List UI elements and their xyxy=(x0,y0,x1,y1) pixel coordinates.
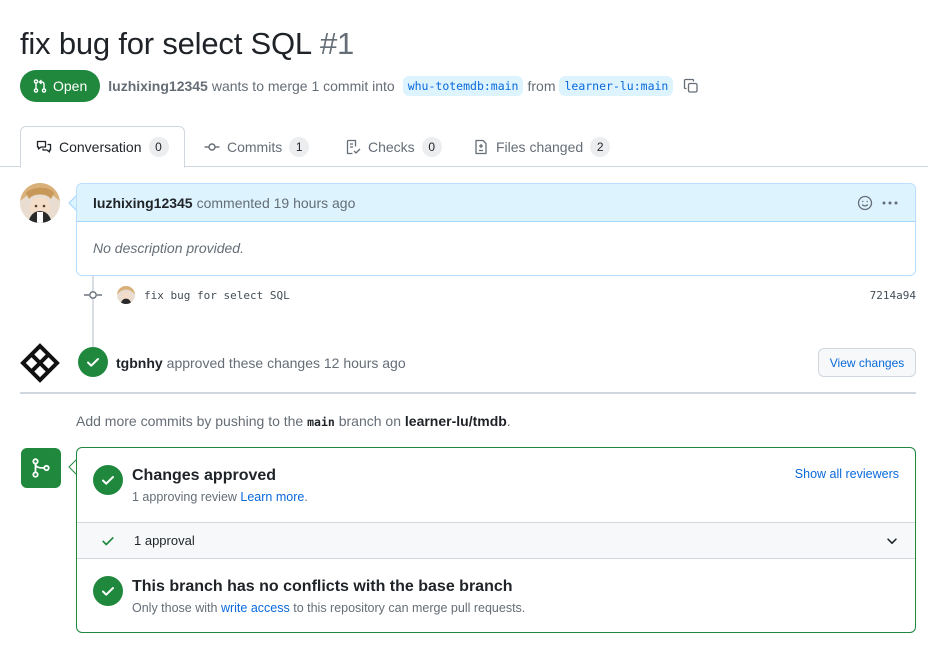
pr-from-text: from xyxy=(527,78,556,94)
pr-meta: luzhixing12345 wants to merge 1 commit i… xyxy=(108,76,699,96)
no-conflicts-subtitle: Only those with write access to this rep… xyxy=(132,601,525,615)
pr-number: #1 xyxy=(319,26,355,61)
tab-checks[interactable]: Checks 0 xyxy=(330,126,457,167)
tab-commits[interactable]: Commits 1 xyxy=(189,126,324,167)
commit-message[interactable]: fix bug for select SQL xyxy=(144,289,290,302)
tab-conversation-label: Conversation xyxy=(59,139,142,155)
copy-icon[interactable] xyxy=(683,78,699,94)
check-icon xyxy=(102,476,114,485)
tab-checks-count: 0 xyxy=(421,136,442,157)
merge-conflicts-section: This branch has no conflicts with the ba… xyxy=(77,559,915,632)
comment-actions xyxy=(857,195,899,211)
comment-box: luzhixing12345 commented 19 hours ago No… xyxy=(76,183,916,276)
push-hint-suffix: . xyxy=(506,413,511,429)
file-diff-icon xyxy=(475,139,487,154)
push-hint-middle: branch on xyxy=(338,413,401,429)
anime-avatar-icon xyxy=(20,183,60,223)
push-hint: Add more commits by pushing to the main … xyxy=(76,413,511,429)
pr-author-link[interactable]: luzhixing12345 xyxy=(108,78,208,94)
reviewer-name[interactable]: tgbnhy xyxy=(116,355,163,371)
commit-author-avatar[interactable] xyxy=(117,286,135,304)
approved-check-badge xyxy=(78,347,108,377)
show-all-reviewers-link[interactable]: Show all reviewers xyxy=(795,467,899,481)
push-hint-prefix: Add more commits by pushing to the xyxy=(76,413,304,429)
git-commit-icon xyxy=(84,291,102,299)
approval-count-label: 1 approval xyxy=(134,533,195,548)
git-pull-request-icon xyxy=(33,79,47,93)
check-icon xyxy=(102,587,114,596)
learn-more-link[interactable]: Learn more xyxy=(240,490,304,504)
comment-discussion-icon xyxy=(36,140,52,153)
review-action: approved these changes 12 hours ago xyxy=(166,355,406,371)
head-branch-label[interactable]: learner-lu:main xyxy=(559,76,674,96)
comment-author-avatar[interactable] xyxy=(20,183,60,223)
push-hint-branch: main xyxy=(307,415,335,429)
write-access-link[interactable]: write access xyxy=(221,601,290,615)
no-conflicts-title: This branch has no conflicts with the ba… xyxy=(132,578,513,595)
pr-title-text: fix bug for select SQL xyxy=(20,26,312,61)
pr-state-badge: Open xyxy=(20,70,101,102)
push-hint-repo[interactable]: learner-lu/tmdb xyxy=(405,413,507,429)
git-commit-icon xyxy=(204,142,220,151)
comment-body: No description provided. xyxy=(93,240,244,256)
approved-sub-end: . xyxy=(304,490,308,504)
tab-conversation[interactable]: Conversation 0 xyxy=(20,126,185,168)
review-event-text: tgbnhy approved these changes 12 hours ag… xyxy=(116,355,406,371)
merge-box: Changes approved 1 approving review Lear… xyxy=(76,447,916,633)
identicon-icon xyxy=(20,343,60,383)
checklist-icon xyxy=(346,139,361,154)
base-branch-label[interactable]: whu-totemdb:main xyxy=(402,76,524,96)
approved-check-badge xyxy=(93,465,123,495)
tab-commits-label: Commits xyxy=(227,138,283,155)
pr-status-row: Open luzhixing12345 wants to merge 1 com… xyxy=(20,70,699,102)
comment-header: luzhixing12345 commented 19 hours ago xyxy=(77,184,915,222)
pr-state-label: Open xyxy=(53,78,88,94)
pr-merge-text: wants to merge 1 commit into xyxy=(211,78,395,94)
commit-sha[interactable]: 7214a94 xyxy=(870,289,916,302)
check-icon xyxy=(87,358,99,367)
tab-files-changed-label: Files changed xyxy=(496,138,584,155)
conflicts-sub-suffix: to this repository can merge pull reques… xyxy=(293,601,526,615)
smiley-icon[interactable] xyxy=(857,195,873,211)
conflicts-sub-prefix: Only those with xyxy=(132,601,218,615)
chevron-down-icon[interactable] xyxy=(885,534,899,548)
comment-author[interactable]: luzhixing12345 xyxy=(93,195,193,211)
approval-dropdown[interactable]: 1 approval xyxy=(77,523,915,559)
git-merge-icon xyxy=(32,458,50,478)
tab-checks-label: Checks xyxy=(368,138,415,155)
view-changes-button[interactable]: View changes xyxy=(818,348,916,377)
check-icon xyxy=(102,537,114,546)
reviewer-avatar[interactable] xyxy=(20,343,60,383)
kebab-horizontal-icon[interactable] xyxy=(881,195,899,211)
timeline-divider xyxy=(20,392,916,394)
tab-files-changed-count: 2 xyxy=(590,136,611,157)
pr-title: fix bug for select SQL #1 xyxy=(20,26,354,62)
review-status-section: Changes approved 1 approving review Lear… xyxy=(77,448,915,523)
pr-tabs: Conversation 0 Commits 1 Checks 0 Files … xyxy=(0,126,928,168)
anime-avatar-icon xyxy=(117,286,135,304)
tab-conversation-count: 0 xyxy=(148,137,169,157)
comment-action: commented 19 hours ago xyxy=(196,194,356,211)
changes-approved-subtitle: 1 approving review Learn more. xyxy=(132,490,308,504)
approving-review-count: 1 approving review xyxy=(132,490,237,504)
tab-files-changed[interactable]: Files changed 2 xyxy=(458,126,625,167)
commit-event: fix bug for select SQL 7214a94 xyxy=(84,285,916,305)
merge-status-icon xyxy=(21,448,61,488)
changes-approved-title: Changes approved xyxy=(132,467,277,484)
tab-commits-count: 1 xyxy=(289,136,310,157)
no-conflicts-check-badge xyxy=(93,576,123,606)
